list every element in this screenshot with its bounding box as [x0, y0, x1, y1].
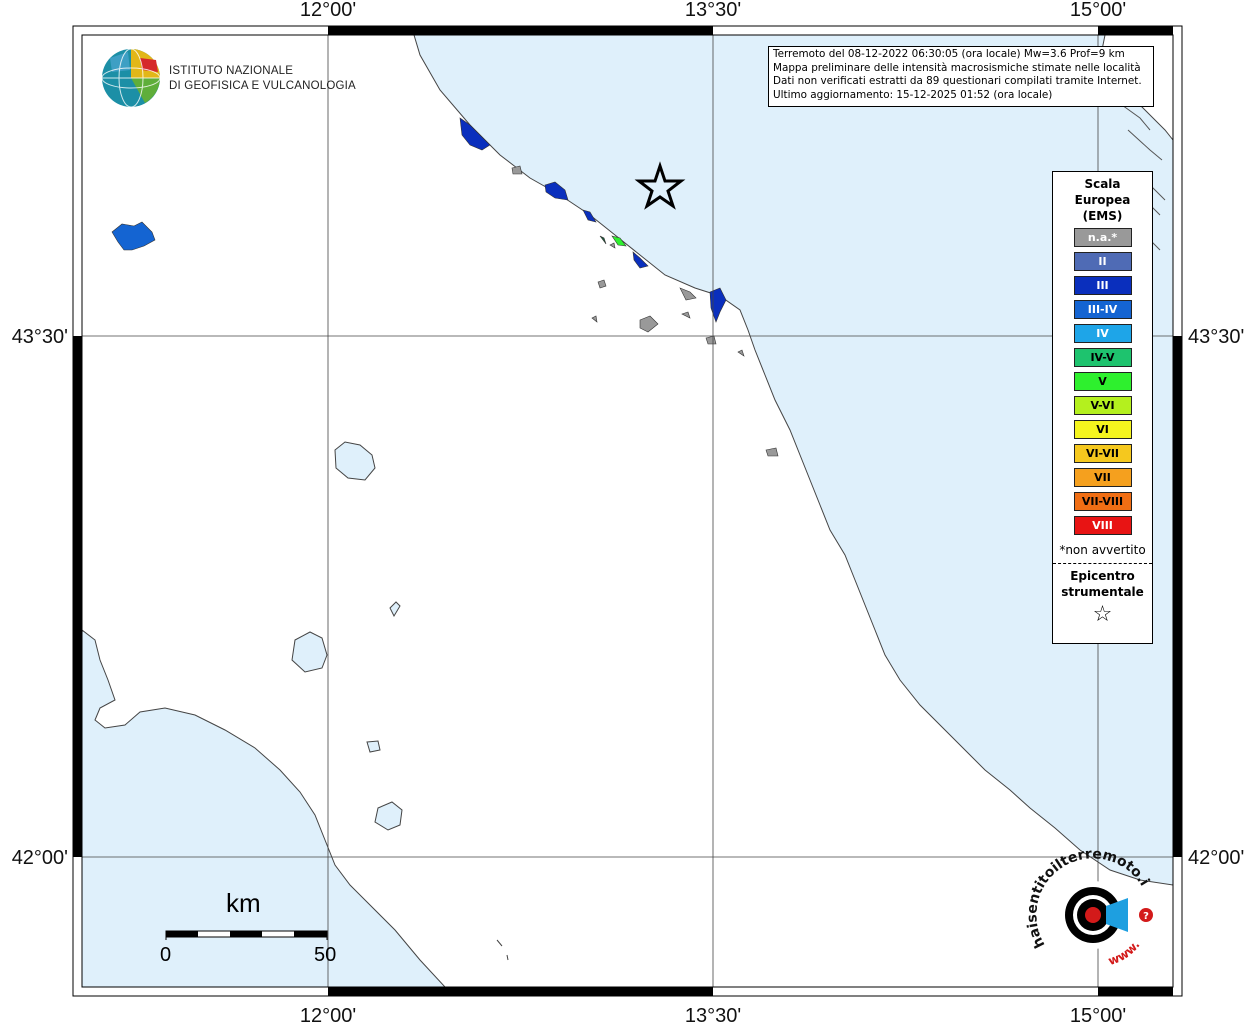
- scale-max: 50: [314, 944, 337, 966]
- legend-item: IV: [1073, 324, 1132, 343]
- logo-line2: DI GEOFISICA E VULCANOLOGIA: [169, 80, 356, 92]
- scale-min: 0: [160, 944, 172, 966]
- legend-epicenter-line-1: Epicentro: [1070, 569, 1135, 583]
- lon-tick-bottom-2: 13°30': [685, 1005, 741, 1024]
- event-info-box: Terremoto del 08-12-2022 06:30:05 (ora l…: [768, 46, 1154, 107]
- event-info-line-1: Terremoto del 08-12-2022 06:30:05 (ora l…: [773, 48, 1125, 60]
- legend-epicenter-line-2: strumentale: [1061, 585, 1144, 599]
- legend-item: VI-VII: [1073, 444, 1132, 463]
- lon-tick-bottom-3: 15°00': [1070, 1005, 1126, 1024]
- legend-item: V-VI: [1073, 396, 1132, 415]
- star-icon: ☆: [1092, 602, 1113, 627]
- logo-line1: ISTITUTO NAZIONALE: [169, 65, 293, 77]
- lon-tick-top-1: 12°00': [300, 0, 356, 21]
- legend-item: IV-V: [1073, 348, 1132, 367]
- ems-legend: Scala Europea (EMS) n.a.* II III III-IV IV IV…: [1052, 171, 1153, 644]
- event-info-line-4: Ultimo aggiornamento: 15-12-2025 01:52 (…: [773, 88, 1053, 101]
- legend-item: VIII: [1073, 516, 1132, 535]
- lat-tick-right-2: 42°00': [1188, 847, 1244, 869]
- event-info-line-3: Dati non verificati estratti da 89 quest…: [773, 75, 1142, 87]
- legend-title: Scala Europea (EMS): [1053, 176, 1152, 224]
- legend-item: V: [1073, 372, 1132, 391]
- legend-divider: [1053, 563, 1152, 564]
- lon-tick-top-2: 13°30': [685, 0, 741, 21]
- scale-unit: km: [226, 888, 261, 918]
- lat-tick-left-1: 43°30': [12, 326, 68, 348]
- legend-title-line-1: Scala: [1084, 177, 1121, 191]
- lon-tick-bottom-1: 12°00': [300, 1005, 356, 1024]
- lon-tick-top-3: 15°00': [1070, 0, 1126, 21]
- legend-item: III-IV: [1073, 300, 1132, 319]
- legend-item: n.a.*: [1073, 228, 1132, 247]
- legend-title-line-3: (EMS): [1082, 209, 1123, 223]
- legend-items: n.a.* II III III-IV IV IV-V V V-VI VI VI-VII VII VI…: [1053, 228, 1152, 535]
- lat-tick-right-1: 43°30': [1188, 326, 1244, 348]
- svg-text:?: ?: [1143, 911, 1149, 922]
- legend-note: *non avvertito: [1059, 543, 1146, 557]
- lat-tick-left-2: 42°00': [12, 847, 68, 869]
- legend-title-line-2: Europea: [1074, 193, 1131, 207]
- legend-item: VII-VIII: [1073, 492, 1132, 511]
- legend-item: II: [1073, 252, 1132, 271]
- event-info-line-2: Mappa preliminare delle intensità macros…: [773, 61, 1141, 74]
- legend-item: VI: [1073, 420, 1132, 439]
- legend-item: VII: [1073, 468, 1132, 487]
- legend-epicenter-label: Epicentro strumentale: [1053, 568, 1152, 600]
- legend-item: III: [1073, 276, 1132, 295]
